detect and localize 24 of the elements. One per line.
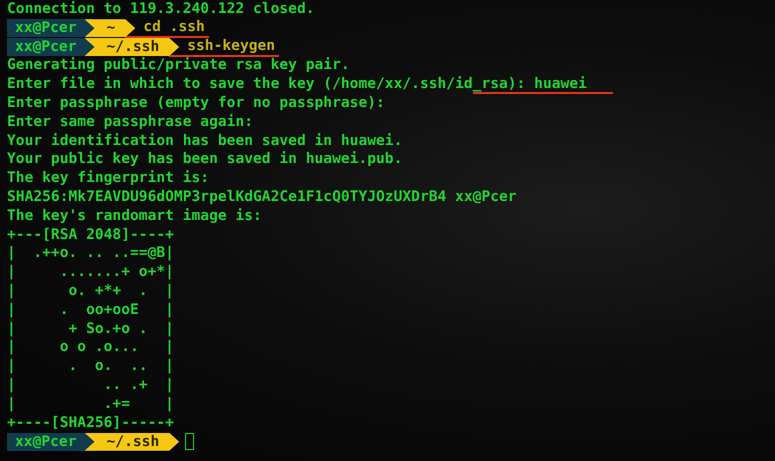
randomart-line: | .. .+ |	[7, 376, 174, 393]
randomart-line: | .++o. .. ..==@B|	[7, 244, 174, 262]
output-line: SHA256:Mk7EAVDU96dOMP3rpelKdGA2Ce1F1cQ0TYJOzUXDrB4 xx@Pcer	[7, 188, 517, 205]
randomart-line: | + So.+o . |	[7, 320, 174, 337]
randomart-line: | . o. .. |	[7, 357, 174, 374]
output-line: Enter file in which to save the key (/home/xx/.ssh/id_rsa): huawei	[7, 75, 587, 92]
command-text: ssh-keygen	[169, 37, 280, 57]
output-line: Connection to 119.3.240.122 closed.	[7, 0, 315, 17]
prompt-path-segment: ~/.ssh	[84, 432, 180, 451]
output-line: Enter same passphrase again:	[7, 112, 254, 130]
output-line: Generating public/private rsa key pair.	[7, 56, 350, 74]
randomart-line: | .......+ o+*|	[7, 263, 174, 280]
output-line: Enter passphrase (empty for no passphrase):	[7, 94, 385, 111]
prompt-path-segment: ~/.ssh	[84, 38, 180, 56]
output-line: Your identification has been saved in huawei.	[7, 132, 402, 149]
randomart-line: | o. +*+ . |	[7, 282, 174, 299]
output-line: The key fingerprint is:	[7, 169, 210, 186]
output-line: Your public key has been saved in huawei.pub.	[7, 150, 402, 168]
randomart-line: | o o .o... |	[7, 338, 174, 356]
randomart-line: +---[RSA 2048]----+	[7, 226, 174, 243]
output-line: The key's randomart image is:	[7, 206, 262, 224]
randomart-line: | .+= |	[7, 394, 174, 412]
randomart-line: | . oo+ooE |	[7, 300, 174, 318]
randomart-line: +----[SHA256]-----+	[7, 414, 174, 431]
